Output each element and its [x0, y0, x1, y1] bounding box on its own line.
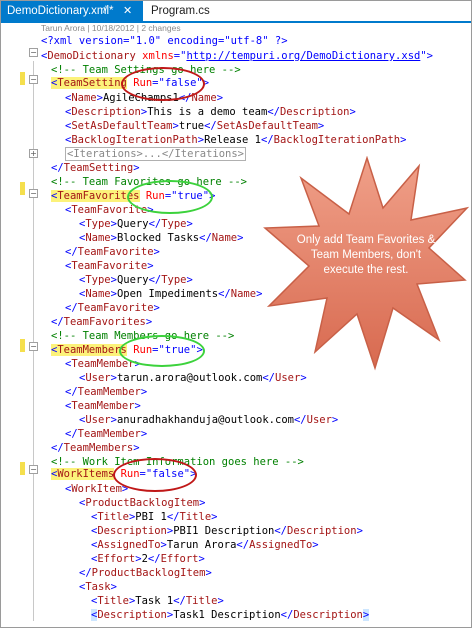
tab-label: Program.cs [151, 5, 210, 17]
tab-demodictionary[interactable]: DemoDictionary.xml* ⫽ ✕ [1, 1, 143, 21]
tab-label: DemoDictionary.xml* [7, 5, 114, 17]
tab-strip: DemoDictionary.xml* ⫽ ✕ Program.cs [1, 1, 471, 23]
change-marker [20, 339, 25, 352]
code-line[interactable]: </ProductBacklogItem> [79, 566, 212, 581]
code-line[interactable]: </TeamMembers> [51, 441, 140, 456]
code-line[interactable]: <AssignedTo>Tarun Arora</AssignedTo> [91, 538, 319, 553]
change-marker [20, 462, 25, 475]
change-marker [20, 182, 25, 195]
code-line[interactable]: <Type>Query</Type> [79, 217, 193, 232]
pin-icon[interactable]: ⫽ [103, 1, 107, 21]
code-line[interactable]: <?xml version="1.0" encoding="utf-8" ?> [41, 34, 288, 49]
outline-guide [33, 61, 34, 621]
code-line[interactable]: </TeamFavorite> [65, 245, 160, 260]
code-line[interactable]: <Name>Open Impediments</Name> [79, 287, 262, 302]
code-line[interactable]: </TeamMember> [65, 385, 147, 400]
expand-icon[interactable]: + [29, 149, 38, 158]
code-line[interactable]: <BacklogIterationPath>Release 1</Backlog… [65, 133, 406, 148]
code-line[interactable]: <Description>This is a demo team</Descri… [65, 105, 356, 120]
code-line[interactable]: <Effort>2</Effort> [91, 552, 205, 567]
code-line[interactable]: <ProductBacklogItem> [79, 496, 205, 511]
collapse-icon[interactable]: − [29, 75, 38, 84]
green-annotation-circle [127, 180, 213, 214]
code-line[interactable]: <TeamMember> [65, 399, 141, 414]
code-lens-author[interactable]: Tarun Arora | 10/18/2012 | 2 changes [41, 23, 181, 33]
collapse-icon[interactable]: − [29, 48, 38, 57]
code-line[interactable]: </TeamSetting> [51, 161, 140, 176]
tab-program-cs[interactable]: Program.cs [145, 1, 225, 21]
red-annotation-circle [121, 67, 205, 101]
code-line[interactable]: <Task> [79, 580, 117, 595]
code-line[interactable]: <Description>PBI1 Description</Descripti… [91, 524, 363, 539]
code-line[interactable]: <User>anuradhakhanduja@outlook.com</User… [79, 413, 338, 428]
code-line[interactable]: <Type>Query</Type> [79, 273, 193, 288]
collapsed-region[interactable]: <Iterations>...</Iterations> [65, 147, 247, 161]
code-line[interactable]: <SetAsDefaultTeam>true</SetAsDefaultTeam… [65, 119, 324, 134]
code-line[interactable]: <Iterations>...</Iterations> [65, 147, 247, 162]
code-line[interactable]: <TeamFavorite> [65, 259, 154, 274]
editor-margin [1, 31, 23, 627]
code-line[interactable]: <Description>Task1 Description</Descript… [91, 608, 370, 623]
code-line[interactable]: <Title>PBI 1</Title> [91, 510, 217, 525]
code-line[interactable]: </TeamMember> [65, 427, 147, 442]
collapse-icon[interactable]: − [29, 189, 38, 198]
close-icon[interactable]: ✕ [123, 1, 132, 21]
code-line[interactable]: <Name>Blocked Tasks</Name> [79, 231, 243, 246]
change-marker [20, 72, 25, 85]
code-line[interactable]: <DemoDictionary xmlns="http://tempuri.or… [41, 49, 433, 64]
code-line[interactable]: </TeamFavorite> [65, 301, 160, 316]
callout-text: Only add Team Favorites & Team Members, … [296, 234, 436, 276]
collapse-icon[interactable]: − [29, 342, 38, 351]
code-line[interactable]: <WorkItem> [65, 482, 128, 497]
collapse-icon[interactable]: − [29, 465, 38, 474]
editor-window: DemoDictionary.xml* ⫽ ✕ Program.cs Tarun… [0, 0, 472, 628]
red-annotation-circle [113, 458, 197, 492]
green-annotation-circle [119, 335, 205, 367]
code-line[interactable]: </TeamFavorites> [51, 315, 152, 330]
code-line[interactable]: <Title>Task 1</Title> [91, 594, 224, 609]
code-line[interactable]: <User>tarun.arora@outlook.com</User> [79, 371, 307, 386]
